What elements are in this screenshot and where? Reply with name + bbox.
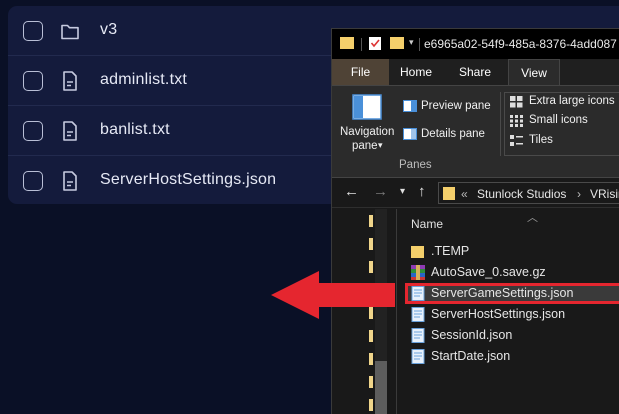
extra-large-icons-icon[interactable] [510, 96, 523, 108]
breadcrumb-separator: › [577, 187, 581, 201]
preview-pane-button[interactable]: Preview pane [421, 100, 491, 112]
file-name[interactable]: ServerHostSettings.json [100, 171, 276, 189]
breadcrumb-stunlock-studios[interactable]: Stunlock Studios [477, 187, 566, 201]
json-file-icon [411, 286, 425, 301]
list-item-highlighted[interactable]: ServerGameSettings.json [405, 283, 619, 304]
list-item[interactable]: AutoSave_0.save.gz [405, 262, 619, 283]
file-name[interactable]: ServerGameSettings.json [431, 286, 573, 300]
file-name[interactable]: v3 [100, 21, 117, 39]
divider [361, 38, 362, 51]
file-list: ︿ Name .TEMP AutoSave_0.save.gz ServerGa… [397, 209, 619, 414]
json-file-icon [411, 307, 425, 322]
tree-marker [369, 215, 373, 227]
json-file-icon [411, 349, 425, 364]
row-checkbox[interactable] [23, 171, 43, 191]
file-name[interactable]: .TEMP [431, 244, 469, 258]
address-input[interactable]: « Stunlock Studios › VRisin [438, 182, 619, 204]
red-arrow-annotation [271, 271, 395, 319]
navigation-pane-icon[interactable] [352, 94, 382, 120]
small-icons-option[interactable]: Small icons [529, 114, 588, 126]
document-icon [63, 121, 77, 141]
small-icons-icon[interactable] [510, 115, 523, 127]
title-bar: ▾ e6965a02-54f9-485a-8376-4add087 [332, 29, 619, 59]
chevron-down-icon[interactable]: ▾ [400, 186, 405, 197]
address-bar: ← → ▾ ↑ « Stunlock Studios › VRisin [332, 178, 619, 208]
navigation-pane-label[interactable]: Navigation [340, 126, 394, 138]
document-icon [63, 171, 77, 191]
tree-marker [369, 399, 373, 411]
folder-icon [61, 24, 79, 40]
tab-home[interactable]: Home [394, 59, 438, 85]
folder-icon [340, 37, 354, 49]
tree-marker [369, 353, 373, 365]
details-pane-icon[interactable] [403, 128, 417, 140]
file-name[interactable]: adminlist.txt [100, 71, 187, 89]
row-checkbox[interactable] [23, 21, 43, 41]
tab-view[interactable]: View [508, 59, 560, 85]
window-title: e6965a02-54f9-485a-8376-4add087 [424, 37, 617, 51]
json-file-icon [411, 328, 425, 343]
file-name[interactable]: AutoSave_0.save.gz [431, 265, 546, 279]
file-name[interactable]: ServerHostSettings.json [431, 307, 565, 321]
chevron-down-icon[interactable]: ▾ [409, 37, 414, 48]
scrollbar-thumb[interactable] [375, 361, 387, 414]
sort-caret-icon: ︿ [527, 212, 538, 224]
list-item[interactable]: StartDate.json [405, 346, 619, 367]
details-pane-button[interactable]: Details pane [421, 128, 485, 140]
row-checkbox[interactable] [23, 71, 43, 91]
breadcrumb-vrising[interactable]: VRisin [590, 187, 619, 201]
file-name[interactable]: SessionId.json [431, 328, 512, 342]
list-item[interactable]: SessionId.json [405, 325, 619, 346]
document-icon [63, 71, 77, 91]
forward-arrow-icon[interactable]: → [373, 183, 388, 200]
tree-marker [369, 238, 373, 250]
tab-file[interactable]: File [332, 59, 389, 85]
back-arrow-icon[interactable]: ← [344, 183, 359, 200]
ribbon: Navigation pane ▾ Preview pane Details p… [332, 85, 619, 178]
preview-pane-icon[interactable] [403, 100, 417, 112]
folder-icon [411, 246, 424, 258]
divider [500, 92, 501, 156]
list-item[interactable]: .TEMP [405, 241, 619, 262]
up-arrow-icon[interactable]: ↑ [418, 183, 426, 200]
row-checkbox[interactable] [23, 121, 43, 141]
column-header-name[interactable]: Name [411, 217, 443, 231]
explorer-window: ▾ e6965a02-54f9-485a-8376-4add087 File H… [331, 28, 619, 414]
tiles-option[interactable]: Tiles [529, 134, 553, 146]
file-name[interactable]: StartDate.json [431, 349, 510, 363]
archive-icon [411, 265, 425, 280]
divider [419, 38, 420, 51]
group-label: Panes [399, 159, 432, 171]
tab-share[interactable]: Share [452, 59, 498, 85]
breadcrumb-overflow[interactable]: « [461, 187, 468, 201]
tree-marker [369, 330, 373, 342]
tiles-icon[interactable] [510, 135, 523, 147]
ribbon-tabs: File Home Share View [332, 59, 619, 85]
properties-icon[interactable] [368, 36, 382, 51]
tree-marker [369, 376, 373, 388]
new-folder-icon[interactable] [390, 36, 405, 50]
extra-large-icons-option[interactable]: Extra large icons [529, 95, 615, 107]
chevron-down-icon[interactable]: ▾ [378, 140, 383, 151]
file-name[interactable]: banlist.txt [100, 121, 170, 139]
list-item[interactable]: ServerHostSettings.json [405, 304, 619, 325]
folder-icon [443, 187, 455, 200]
navigation-pane-label-2[interactable]: pane [352, 140, 378, 152]
